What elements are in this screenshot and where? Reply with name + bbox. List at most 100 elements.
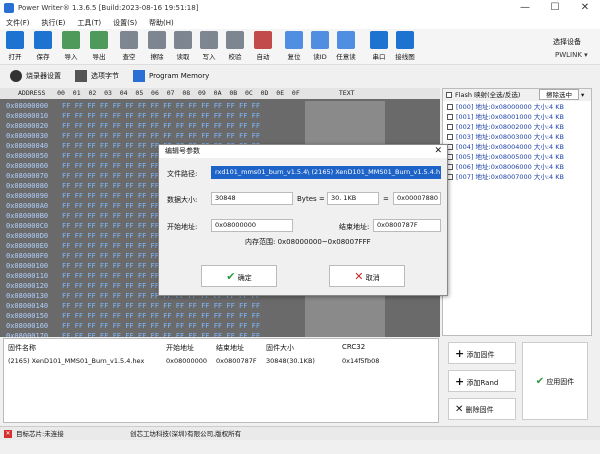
- apply-firmware-button[interactable]: ✔ 应用固件: [522, 342, 588, 420]
- hex-address: 0x080000F0: [6, 252, 49, 260]
- hex-row[interactable]: 0x08000140 FF FF FF FF FF FF FF FF FF FF …: [0, 301, 440, 311]
- menu-execute[interactable]: 执行(E): [42, 18, 66, 28]
- flash-sector-item[interactable]: [005] 地址:0x08005000 大小:4 KB: [447, 153, 564, 162]
- hex-bytes: FF FF FF FF FF FF FF FF FF FF FF FF FF F…: [62, 332, 261, 337]
- end-address-field[interactable]: 0x0800787F: [373, 219, 441, 232]
- memory-icon: [133, 70, 145, 82]
- hex-row[interactable]: 0x08000170 FF FF FF FF FF FF FF FF FF FF …: [0, 331, 440, 337]
- maximize-button[interactable]: ☐: [540, 0, 570, 16]
- write-button[interactable]: 写入: [198, 31, 220, 63]
- menu-help[interactable]: 帮助(H): [149, 18, 174, 28]
- menu-tools[interactable]: 工具(T): [77, 18, 101, 28]
- serial-button[interactable]: 串口: [368, 31, 390, 63]
- hex-bytes: FF FF FF FF FF FF FF FF FF FF FF FF FF F…: [62, 322, 261, 330]
- menu-file[interactable]: 文件(F): [6, 18, 30, 28]
- hex-address: 0x080000E0: [6, 242, 49, 250]
- hex-size-field[interactable]: 0x00007880: [393, 192, 441, 205]
- ok-button[interactable]: ✔ 确定: [201, 265, 277, 287]
- firmware-name-cell[interactable]: (2165) XenD101_MMS01_Burn_v1.5.4.hex: [8, 357, 144, 365]
- hex-address: 0x08000050: [6, 152, 49, 160]
- title-bar: Power Writer® 1.3.6.5 [Build:2023-08-16 …: [0, 0, 600, 16]
- dialog-close-button[interactable]: ✕: [434, 145, 442, 158]
- sector-checkbox[interactable]: [447, 114, 453, 120]
- hex-address: 0x08000150: [6, 312, 49, 320]
- flash-sector-item[interactable]: [003] 地址:0x08003000 大小:4 KB: [447, 133, 564, 142]
- x-icon: ✕: [354, 270, 364, 283]
- checkmark-icon: ✔: [226, 270, 236, 283]
- wiring-icon: [396, 31, 414, 49]
- delete-firmware-button[interactable]: ✕ 删除固件: [448, 398, 516, 420]
- option-bytes-button[interactable]: 选项字节: [91, 71, 119, 81]
- flash-sector-item[interactable]: [007] 地址:0x08007000 大小:4 KB: [447, 173, 564, 182]
- end-address-cell: 0x0800787F: [216, 357, 257, 365]
- close-button[interactable]: ✕: [570, 0, 600, 16]
- hex-address: 0x08000030: [6, 132, 49, 140]
- path-field[interactable]: rxd101_mms01_burn_v1.5.4\ (2165) XenD101…: [211, 166, 441, 179]
- start-address-label: 开始地址:: [167, 223, 198, 231]
- hex-bytes: FF FF FF FF FF FF FF FF FF FF FF FF FF F…: [62, 112, 261, 120]
- hex-address: 0x08000000: [6, 102, 49, 110]
- any-read-button[interactable]: 任意读: [335, 31, 357, 63]
- export-button[interactable]: 导出: [88, 31, 110, 63]
- hex-row[interactable]: 0x08000160 FF FF FF FF FF FF FF FF FF FF …: [0, 321, 440, 331]
- read-button[interactable]: 读取: [172, 31, 194, 63]
- hex-address: 0x08000010: [6, 112, 49, 120]
- hex-address: 0x08000170: [6, 332, 49, 337]
- add-rand-button[interactable]: + 添加Rand: [448, 370, 516, 392]
- sector-checkbox[interactable]: [447, 134, 453, 140]
- add-firmware-button[interactable]: + 添加固件: [448, 342, 516, 364]
- erase-mode-select[interactable]: 擦除选中: [539, 89, 579, 100]
- hex-ascii: [305, 331, 385, 337]
- hex-row[interactable]: 0x08000150 FF FF FF FF FF FF FF FF FF FF …: [0, 311, 440, 321]
- error-icon: ✕: [4, 430, 12, 438]
- hex-address: 0x08000120: [6, 282, 49, 290]
- chevron-down-icon[interactable]: ▾: [581, 89, 584, 101]
- select-all-checkbox[interactable]: Flash 映射(全选/反选): [446, 89, 520, 101]
- programmer-settings-button[interactable]: 烧录器设置: [26, 71, 61, 81]
- hex-row[interactable]: 0x08000010 FF FF FF FF FF FF FF FF FF FF …: [0, 111, 440, 121]
- minimize-button[interactable]: —: [510, 0, 540, 16]
- export-icon: [90, 31, 108, 49]
- start-address-field[interactable]: 0x08000000: [211, 219, 293, 232]
- hex-ascii: [305, 111, 385, 121]
- flash-sector-item[interactable]: [004] 地址:0x08004000 大小:4 KB: [447, 143, 564, 152]
- program-memory-tab[interactable]: Program Memory: [149, 72, 209, 80]
- hex-bytes: FF FF FF FF FF FF FF FF FF FF FF FF FF F…: [62, 132, 261, 140]
- verify-button[interactable]: 校验: [224, 31, 246, 63]
- window-title: Power Writer® 1.3.6.5 [Build:2023-08-16 …: [18, 4, 199, 12]
- hex-ascii: [305, 301, 385, 311]
- crc32-cell: 0x14f5fb08: [342, 357, 380, 365]
- equals-sign: =: [383, 195, 389, 203]
- any-read-icon: [337, 31, 355, 49]
- flash-sector-item[interactable]: [001] 地址:0x08001000 大小:4 KB: [447, 113, 564, 122]
- toolbar: 打开 保存 导入 导出 查空 擦除 读取 写入 校验 自动 复位 读ID 任意读…: [0, 29, 600, 65]
- hex-row[interactable]: 0x08000030 FF FF FF FF FF FF FF FF FF FF …: [0, 131, 440, 141]
- read-id-button[interactable]: 读ID: [309, 31, 331, 63]
- cancel-button[interactable]: ✕ 取消: [329, 265, 405, 287]
- sector-checkbox[interactable]: [447, 124, 453, 130]
- copyright: 创芯工坊科技(深圳)有限公司,版权所有: [130, 430, 242, 438]
- size-field[interactable]: 30848: [211, 192, 293, 205]
- menu-settings[interactable]: 设置(S): [113, 18, 137, 28]
- save-icon: [34, 31, 52, 49]
- blank-check-button[interactable]: 查空: [118, 31, 140, 63]
- device-select-label: 选择设备: [553, 38, 581, 46]
- hex-row[interactable]: 0x08000000 FF FF FF FF FF FF FF FF FF FF …: [0, 101, 440, 111]
- auto-button[interactable]: 自动: [252, 31, 274, 63]
- hex-address: 0x08000090: [6, 192, 49, 200]
- app-logo-icon: [4, 3, 14, 13]
- flash-sector-item[interactable]: [006] 地址:0x08006000 大小:4 KB: [447, 163, 564, 172]
- save-button[interactable]: 保存: [32, 31, 54, 63]
- hex-row[interactable]: 0x08000020 FF FF FF FF FF FF FF FF FF FF …: [0, 121, 440, 131]
- reset-button[interactable]: 复位: [283, 31, 305, 63]
- open-button[interactable]: 打开: [4, 31, 26, 63]
- erase-button[interactable]: 擦除: [146, 31, 168, 63]
- hex-address: 0x08000060: [6, 162, 49, 170]
- kb-field[interactable]: 30. 1KB: [327, 192, 379, 205]
- flash-sector-item[interactable]: [002] 地址:0x08002000 大小:4 KB: [447, 123, 564, 132]
- sector-checkbox[interactable]: [447, 104, 453, 110]
- wiring-button[interactable]: 接线图: [394, 31, 416, 63]
- import-button[interactable]: 导入: [60, 31, 82, 63]
- device-select[interactable]: PWLINK ▾: [555, 51, 588, 59]
- flash-sector-item[interactable]: [000] 地址:0x08000000 大小:4 KB: [447, 103, 564, 112]
